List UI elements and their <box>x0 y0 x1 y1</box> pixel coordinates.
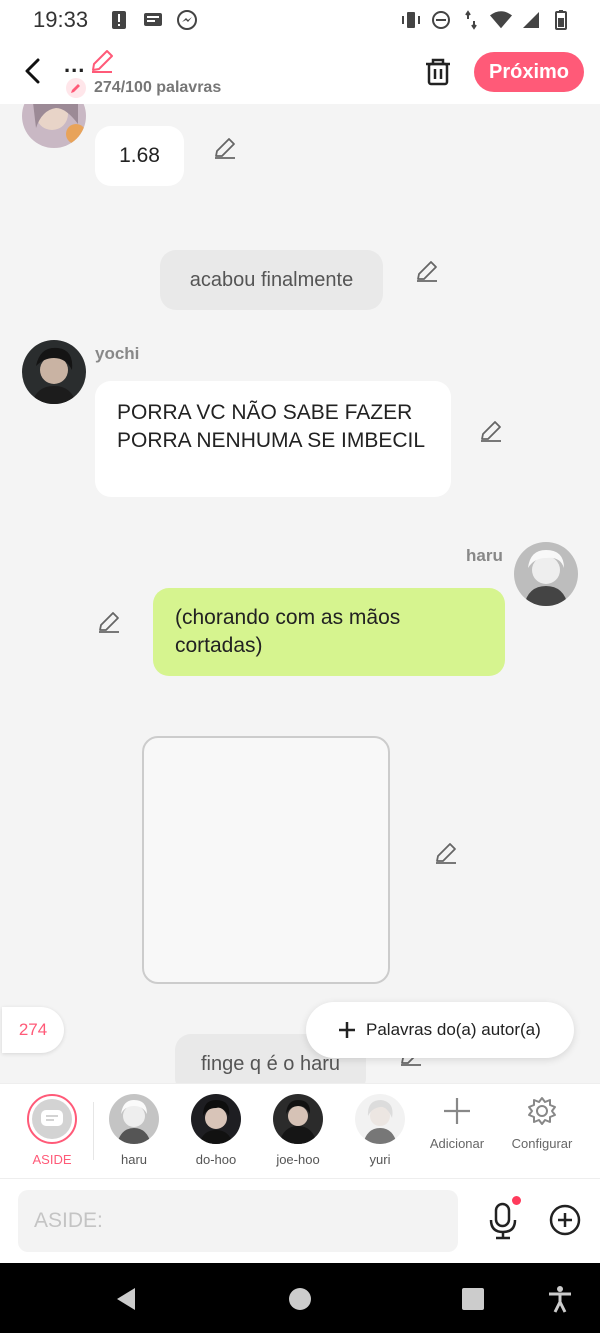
attach-button[interactable] <box>548 1203 582 1237</box>
edit-message-icon[interactable] <box>433 840 459 866</box>
avatar <box>191 1094 241 1144</box>
character-bar: ASIDE haru do-hoo joe-hoo yuri Adicionar… <box>0 1083 600 1179</box>
word-count-text: 274/100 palavras <box>94 79 222 96</box>
plus-circle-icon <box>549 1204 581 1236</box>
author-words-label: Palavras do(a) autor(a) <box>366 1020 541 1039</box>
nav-home-button[interactable] <box>286 1285 314 1313</box>
character-name: ASIDE <box>32 1152 72 1167</box>
avatar[interactable] <box>22 104 86 148</box>
message-bubble[interactable]: 1.68 <box>95 126 184 186</box>
nav-recents-button[interactable] <box>459 1285 487 1313</box>
sender-name: haru <box>466 546 503 565</box>
trash-icon <box>426 58 450 86</box>
back-button[interactable] <box>16 54 50 88</box>
settings-button[interactable]: Configurar <box>506 1096 578 1151</box>
circle-home-icon <box>289 1288 311 1310</box>
plus-icon <box>339 1022 355 1038</box>
status-bar: 19:33 <box>0 0 600 40</box>
chevron-left-icon <box>25 58 40 84</box>
character-name: haru <box>120 1152 148 1167</box>
image-message-placeholder[interactable] <box>142 736 390 984</box>
input-bar <box>0 1179 600 1263</box>
sender-name: yochi <box>95 344 140 363</box>
status-time: 19:33 <box>33 7 89 32</box>
message-input[interactable] <box>18 1190 458 1252</box>
edit-message-icon[interactable] <box>414 258 440 284</box>
triangle-back-icon <box>117 1288 135 1310</box>
settings-label: Configurar <box>511 1136 573 1151</box>
dnd-icon <box>430 9 452 31</box>
alert-icon <box>108 9 130 31</box>
narration-bubble[interactable]: acabou finalmente <box>160 250 383 310</box>
character-name: yuri <box>369 1152 391 1167</box>
accessibility-icon <box>549 1286 571 1313</box>
character-joe-hoo[interactable]: joe-hoo <box>263 1094 333 1167</box>
mic-button[interactable] <box>486 1201 520 1241</box>
plus-icon <box>444 1098 470 1124</box>
next-button[interactable]: Próximo <box>474 52 584 92</box>
avatar-yochi[interactable] <box>22 340 86 404</box>
microphone-icon <box>489 1202 517 1240</box>
messenger-icon <box>176 9 198 31</box>
character-name: do-hoo <box>195 1152 237 1167</box>
edit-message-icon[interactable] <box>478 418 504 444</box>
delete-button[interactable] <box>422 56 454 88</box>
message-bubble[interactable]: PORRA VC NÃO SABE FAZER PORRA NENHUMA SE… <box>95 381 451 497</box>
character-name: joe-hoo <box>276 1152 320 1167</box>
edit-message-icon[interactable] <box>96 609 122 635</box>
avatar <box>355 1094 405 1144</box>
edit-message-icon[interactable] <box>212 135 238 161</box>
cast-icon <box>142 9 164 31</box>
character-haru[interactable]: haru <box>99 1094 169 1167</box>
message-bubble[interactable]: (chorando com as mãos cortadas) <box>153 588 505 676</box>
nav-back-button[interactable] <box>113 1285 141 1313</box>
character-aside[interactable]: ASIDE <box>17 1094 87 1167</box>
nav-accessibility-button[interactable] <box>546 1285 574 1313</box>
character-yuri[interactable]: yuri <box>345 1094 415 1167</box>
chat-area[interactable]: 1.68 acabou finalmente yochi PORRA VC NÃ… <box>0 104 600 1083</box>
word-count: 274/100 palavras <box>66 78 221 98</box>
avatar <box>273 1094 323 1144</box>
square-recents-icon <box>462 1288 484 1310</box>
battery-icon <box>550 9 572 31</box>
character-do-hoo[interactable]: do-hoo <box>181 1094 251 1167</box>
gear-icon <box>528 1097 556 1125</box>
editor-header: ... 274/100 palavras Próximo <box>0 40 600 104</box>
signal-icon <box>520 9 542 31</box>
add-character-label: Adicionar <box>429 1136 485 1151</box>
story-title[interactable]: ... <box>64 52 85 78</box>
chat-bubble-icon <box>41 1110 63 1126</box>
system-nav-bar <box>0 1263 600 1333</box>
data-icon <box>460 9 482 31</box>
pencil-badge-icon <box>66 78 86 98</box>
notification-dot <box>512 1196 521 1205</box>
divider <box>93 1102 94 1160</box>
wifi-icon <box>490 9 512 31</box>
word-count-pill[interactable]: 274 <box>2 1007 64 1053</box>
vibrate-icon <box>400 9 422 31</box>
add-character-button[interactable]: Adicionar <box>422 1096 492 1151</box>
avatar <box>109 1094 159 1144</box>
author-words-button[interactable]: Palavras do(a) autor(a) <box>306 1002 574 1058</box>
avatar-haru[interactable] <box>514 542 578 606</box>
edit-title-icon[interactable] <box>89 48 115 74</box>
